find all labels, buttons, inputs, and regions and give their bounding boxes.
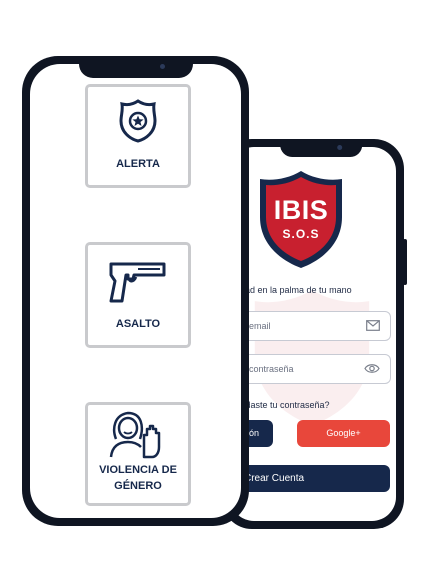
menu-phone: ALERTA ASALTO VIOLENCIA DE GÉNERO [22, 56, 249, 526]
menu-screen: ALERTA ASALTO VIOLENCIA DE GÉNERO [30, 64, 241, 518]
email-field[interactable]: su email [230, 311, 391, 341]
alerta-button[interactable]: ALERTA [85, 84, 191, 188]
alerta-label: ALERTA [116, 158, 160, 170]
logo-title: IBIS [273, 195, 329, 225]
woman-stop-hand-icon [109, 411, 161, 459]
violencia-genero-button[interactable]: VIOLENCIA DE GÉNERO [85, 402, 191, 506]
phone-notch [78, 56, 193, 78]
google-login-button[interactable]: Google+ [297, 420, 390, 447]
phone-side-button [403, 239, 407, 285]
pistol-icon [109, 262, 166, 303]
password-field[interactable]: su contraseña [230, 354, 391, 384]
create-account-label: Crear Cuenta [244, 473, 305, 484]
violencia-label-line1: VIOLENCIA DE [99, 464, 177, 476]
police-badge-icon [119, 99, 157, 143]
asalto-button[interactable]: ASALTO [85, 242, 191, 348]
phone-notch [280, 139, 363, 157]
violencia-label-line2: GÉNERO [114, 480, 162, 492]
ibis-sos-logo: IBIS S.O.S [258, 169, 344, 269]
eye-icon[interactable] [364, 363, 380, 374]
asalto-label: ASALTO [115, 318, 161, 330]
logo-subtitle: S.O.S [282, 227, 320, 241]
login-screen: IBIS S.O.S uridad en la palma de tu mano… [230, 147, 396, 521]
create-account-button[interactable]: Crear Cuenta [230, 465, 390, 492]
mail-icon [366, 320, 380, 331]
login-phone: IBIS S.O.S uridad en la palma de tu mano… [222, 139, 407, 529]
